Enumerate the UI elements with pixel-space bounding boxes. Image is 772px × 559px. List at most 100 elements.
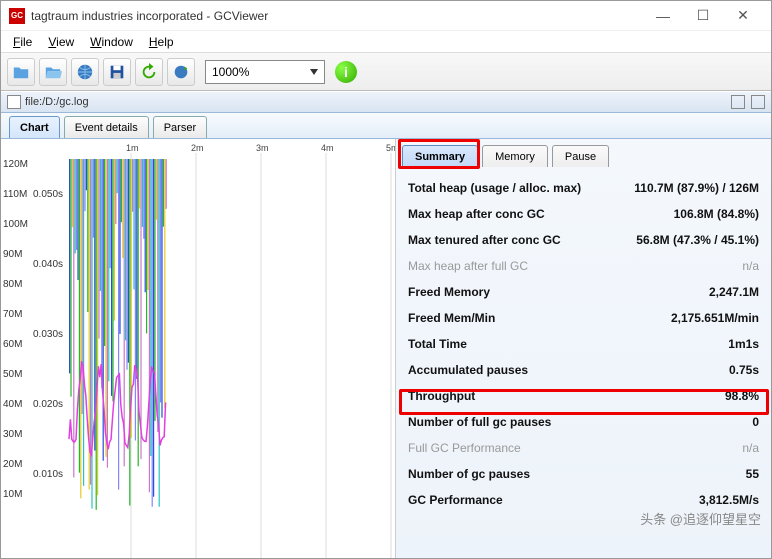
stat-value: 0: [752, 415, 759, 429]
zoom-value: 1000%: [212, 65, 249, 79]
subtab-memory[interactable]: Memory: [482, 145, 548, 167]
save-button[interactable]: [103, 58, 131, 86]
stat-value: 106.8M (84.8%): [674, 207, 759, 221]
sub-tabs: Summary Memory Pause: [396, 139, 771, 167]
stat-value: 56.8M (47.3% / 45.1%): [636, 233, 759, 247]
stat-row: Accumulated pauses 0.75s: [408, 357, 759, 383]
svg-text:40M: 40M: [3, 399, 22, 410]
summary-pane: Summary Memory Pause Total heap (usage /…: [396, 139, 771, 558]
titlebar: GC tagtraum industries incorporated - GC…: [1, 1, 771, 31]
svg-text:100M: 100M: [3, 219, 28, 230]
main-area: 1m2m3m4m5m 120M110M100M90M80M70M60M50M40…: [1, 139, 771, 558]
stat-label: Throughput: [408, 389, 475, 403]
zoom-select[interactable]: 1000%: [205, 60, 325, 84]
window-controls: — ☐ ✕: [643, 2, 763, 30]
stat-value: 0.75s: [729, 363, 759, 377]
maximize-pane-icon[interactable]: [731, 95, 745, 109]
svg-text:0.050s: 0.050s: [33, 189, 63, 200]
svg-text:1m: 1m: [126, 143, 139, 153]
stat-row: Freed Memory 2,247.1M: [408, 279, 759, 305]
stat-label: Freed Mem/Min: [408, 311, 495, 325]
stat-row: Max tenured after conc GC 56.8M (47.3% / …: [408, 227, 759, 253]
svg-text:10M: 10M: [3, 489, 22, 500]
stat-label: Total heap (usage / alloc. max): [408, 181, 581, 195]
stat-label: Number of full gc pauses: [408, 415, 551, 429]
stats-table: Total heap (usage / alloc. max) 110.7M (8…: [396, 167, 771, 513]
svg-text:90M: 90M: [3, 249, 22, 260]
file-path: file:/D:/gc.log: [25, 96, 89, 108]
maximize-button[interactable]: ☐: [683, 2, 723, 30]
refresh-button[interactable]: [135, 58, 163, 86]
stat-value: 55: [746, 467, 759, 481]
svg-text:2m: 2m: [191, 143, 204, 153]
svg-text:30M: 30M: [3, 429, 22, 440]
stat-value: 1m1s: [728, 337, 759, 351]
tab-parser[interactable]: Parser: [153, 116, 207, 138]
close-button[interactable]: ✕: [723, 2, 763, 30]
stat-label: Accumulated pauses: [408, 363, 528, 377]
stat-label: GC Performance: [408, 493, 503, 507]
stat-label: Total Time: [408, 337, 467, 351]
tab-event-details[interactable]: Event details: [64, 116, 149, 138]
menu-help[interactable]: Help: [143, 33, 180, 51]
svg-text:0.030s: 0.030s: [33, 329, 63, 340]
stat-label: Max heap after conc GC: [408, 207, 545, 221]
menu-view[interactable]: View: [42, 33, 80, 51]
tab-chart[interactable]: Chart: [9, 116, 60, 138]
stat-value: 110.7M (87.9%) / 126M: [634, 181, 759, 195]
stat-row: Total heap (usage / alloc. max) 110.7M (8…: [408, 175, 759, 201]
file-path-header: file:/D:/gc.log: [1, 91, 771, 113]
stat-label: Full GC Performance: [408, 441, 521, 455]
world-refresh-button[interactable]: [167, 58, 195, 86]
svg-text:60M: 60M: [3, 339, 22, 350]
app-icon: GC: [9, 8, 25, 24]
stat-row: Max heap after conc GC 106.8M (84.8%): [408, 201, 759, 227]
stat-row: Number of full gc pauses 0: [408, 409, 759, 435]
stat-label: Max heap after full GC: [408, 259, 528, 273]
menubar: File View Window Help: [1, 31, 771, 53]
stat-value: 2,175.651M/min: [671, 311, 759, 325]
chart-pane: 1m2m3m4m5m 120M110M100M90M80M70M60M50M40…: [1, 139, 396, 558]
outer-tabs: Chart Event details Parser: [1, 113, 771, 139]
svg-text:50M: 50M: [3, 369, 22, 380]
stat-row: Freed Mem/Min 2,175.651M/min: [408, 305, 759, 331]
svg-text:20M: 20M: [3, 459, 22, 470]
svg-text:0.020s: 0.020s: [33, 399, 63, 410]
chevron-down-icon: [310, 69, 318, 75]
window-title: tagtraum industries incorporated - GCVie…: [31, 9, 643, 23]
open-file-button[interactable]: [7, 58, 35, 86]
restore-pane-icon[interactable]: [751, 95, 765, 109]
toolbar: 1000% i: [1, 53, 771, 91]
subtab-pause[interactable]: Pause: [552, 145, 609, 167]
svg-text:0.010s: 0.010s: [33, 469, 63, 480]
stat-value: 3,812.5M/s: [699, 493, 759, 507]
stat-value: n/a: [742, 259, 759, 273]
svg-text:0.040s: 0.040s: [33, 259, 63, 270]
stat-row: Total Time 1m1s: [408, 331, 759, 357]
stat-value: 2,247.1M: [709, 285, 759, 299]
stat-row: Throughput 98.8%: [408, 383, 759, 409]
info-button[interactable]: i: [335, 61, 357, 83]
minimize-button[interactable]: —: [643, 2, 683, 30]
globe-button[interactable]: [71, 58, 99, 86]
chart-canvas: 1m2m3m4m5m 120M110M100M90M80M70M60M50M40…: [1, 139, 396, 558]
menu-window[interactable]: Window: [84, 33, 139, 51]
stat-label: Freed Memory: [408, 285, 490, 299]
svg-text:4m: 4m: [321, 143, 334, 153]
svg-text:80M: 80M: [3, 279, 22, 290]
stat-label: Max tenured after conc GC: [408, 233, 561, 247]
stat-value: n/a: [742, 441, 759, 455]
watermark: 头条 @追逐仰望星空: [640, 509, 761, 528]
svg-text:120M: 120M: [3, 159, 28, 170]
stat-row: Number of gc pauses 55: [408, 461, 759, 487]
document-icon: [7, 95, 21, 109]
menu-file[interactable]: File: [7, 33, 38, 51]
svg-text:3m: 3m: [256, 143, 269, 153]
subtab-summary[interactable]: Summary: [402, 145, 478, 167]
stat-value: 98.8%: [725, 389, 759, 403]
stat-label: Number of gc pauses: [408, 467, 530, 481]
svg-text:70M: 70M: [3, 309, 22, 320]
svg-text:110M: 110M: [3, 189, 27, 200]
open-folder-button[interactable]: [39, 58, 67, 86]
stat-row: Full GC Performance n/a: [408, 435, 759, 461]
